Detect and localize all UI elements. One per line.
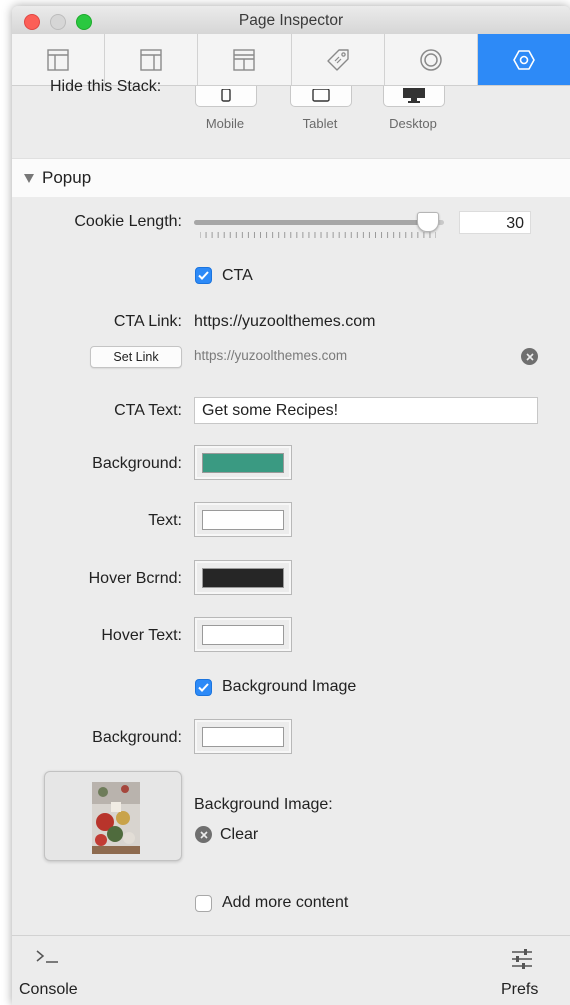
hide-on-tablet-button[interactable] [290, 86, 352, 107]
cta-link-url: https://yuzoolthemes.com [194, 348, 348, 363]
phone-icon [221, 89, 231, 102]
popup-background-color-well[interactable] [194, 719, 292, 754]
cookie-length-slider-thumb[interactable] [416, 212, 439, 232]
page-inspector-window: Page Inspector Hide this Stack: Mobile T… [12, 6, 570, 1005]
background-image-checkbox[interactable] [195, 679, 212, 696]
clear-image-icon[interactable] [195, 826, 212, 843]
close-icon [199, 830, 208, 839]
sidebar-layout-icon [140, 48, 162, 71]
monitor-icon [403, 88, 425, 103]
background-color-well[interactable] [194, 445, 292, 480]
set-link-button[interactable]: Set Link [90, 346, 182, 368]
cta-checkbox-label: CTA [222, 267, 253, 284]
hide-stack-label: Hide this Stack: [50, 78, 162, 95]
add-more-content-checkbox[interactable] [195, 895, 212, 912]
checkmark-icon [198, 271, 209, 280]
background-image-well[interactable] [44, 771, 182, 861]
hover-text-color-well[interactable] [194, 617, 292, 652]
inspector-content: Hide this Stack: Mobile Tablet Desktop P… [12, 78, 570, 941]
text-color-swatch [202, 509, 284, 530]
hover-background-color-well[interactable] [194, 560, 292, 595]
hide-on-desktop-button[interactable] [383, 86, 445, 107]
text-color-well[interactable] [194, 502, 292, 537]
hover-background-swatch [202, 567, 284, 588]
inspector-footer: Console Prefs [12, 935, 570, 1005]
background-image-thumbnail [92, 782, 140, 854]
cookie-length-slider-track[interactable] [194, 220, 444, 225]
tab-stack-settings[interactable] [477, 34, 570, 85]
cta-link-label: CTA Link: [113, 313, 182, 330]
cta-checkbox[interactable] [195, 267, 212, 284]
tab-header-layout[interactable] [198, 34, 292, 85]
popup-background-label: Background: [92, 729, 182, 746]
cta-link-value: https://yuzoolthemes.com [194, 313, 376, 330]
header-layout-icon [233, 48, 256, 71]
window-title: Page Inspector [238, 12, 344, 29]
tablet-icon [312, 89, 330, 102]
tablet-label: Tablet [302, 116, 338, 131]
cookie-length-value-field[interactable]: 30 [459, 211, 531, 234]
title-bar: Page Inspector [12, 6, 570, 34]
prefs-label[interactable]: Prefs [501, 981, 538, 999]
close-icon [525, 352, 534, 361]
hover-text-label: Hover Text: [101, 627, 182, 644]
console-label[interactable]: Console [19, 981, 78, 999]
popup-section-header[interactable]: Popup [12, 158, 570, 197]
hexagon-settings-icon [513, 49, 535, 70]
mobile-label: Mobile [205, 116, 245, 131]
text-color-label: Text: [148, 512, 182, 529]
background-color-label: Background: [92, 455, 182, 472]
background-image-label: Background Image: [194, 796, 333, 813]
checkmark-icon [198, 683, 209, 692]
sliders-icon [512, 949, 532, 969]
tab-target[interactable] [385, 34, 478, 85]
page-layout-icon [47, 48, 69, 71]
popup-section-title: Popup [42, 168, 92, 187]
clear-image-button[interactable]: Clear [220, 826, 258, 844]
tab-tags[interactable] [292, 34, 385, 85]
hover-text-swatch [202, 624, 284, 645]
cta-text-input[interactable]: Get some Recipes! [194, 397, 538, 424]
cookie-length-slider-fill [194, 220, 427, 225]
terminal-icon [36, 950, 58, 963]
cta-text-label: CTA Text: [114, 402, 182, 419]
background-color-swatch [202, 452, 284, 473]
slider-tick-marks [200, 232, 436, 238]
disclosure-triangle-icon [24, 173, 34, 183]
circle-target-icon [420, 48, 442, 71]
console-button[interactable] [34, 948, 62, 971]
add-more-content-label: Add more content [222, 894, 349, 911]
cookie-length-label: Cookie Length: [74, 213, 182, 230]
hover-background-label: Hover Bcrnd: [88, 570, 182, 587]
popup-background-swatch [202, 726, 284, 747]
tag-icon [326, 48, 349, 71]
clear-link-button[interactable] [521, 348, 538, 365]
desktop-label: Desktop [389, 116, 437, 131]
hide-on-mobile-button[interactable] [195, 86, 257, 107]
background-image-checkbox-label: Background Image [222, 678, 357, 695]
prefs-button[interactable] [510, 948, 534, 975]
